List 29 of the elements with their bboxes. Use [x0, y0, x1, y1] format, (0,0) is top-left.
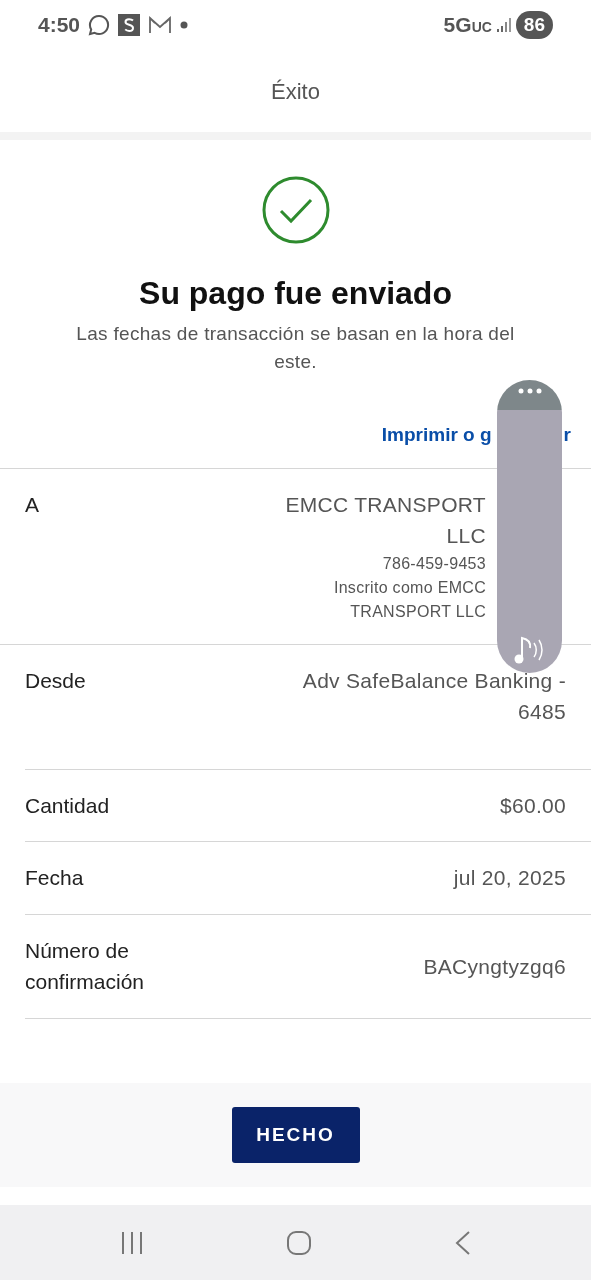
detail-label: Cantidad: [25, 793, 111, 819]
detail-value: Adv SafeBalance Banking - 6485: [301, 668, 566, 726]
app-icon: [118, 14, 141, 36]
chat-icon: [88, 14, 111, 36]
battery-indicator: 86: [515, 10, 553, 40]
payee-name: EMCC TRANSPORT LLC: [284, 492, 486, 550]
detail-label: Fecha: [25, 865, 85, 892]
detail-label: Desde: [25, 668, 87, 694]
success-heading: Su pago fue enviado: [139, 274, 452, 313]
timezone-note: Las fechas de transacción se basan en la hora del este.: [75, 322, 516, 374]
home-icon[interactable]: [286, 1229, 313, 1256]
detail-value: BACyngtyzgq6: [423, 953, 566, 980]
detail-value: jul 20, 2025: [453, 865, 566, 892]
check-circle-icon: [261, 176, 330, 244]
payee-phone: 786-459-9453: [382, 554, 486, 574]
detail-label: A: [25, 492, 40, 518]
detail-value: $60.00: [499, 793, 566, 819]
print-link[interactable]: r: [563, 421, 571, 450]
status-time: 4:50: [38, 12, 81, 39]
network-label: 5GUC: [443, 12, 492, 39]
page-title: Éxito: [271, 77, 320, 106]
notification-dot-icon: [180, 21, 189, 29]
signal-icon: [495, 17, 512, 33]
print-link[interactable]: Imprimir o g: [381, 421, 492, 450]
mail-icon: [148, 15, 173, 35]
detail-label: Número de confirmación: [25, 938, 146, 996]
done-button[interactable]: HECHO: [231, 1107, 360, 1163]
more-icon[interactable]: [517, 388, 542, 394]
payee-registration: Inscrito como EMCC TRANSPORT LLC: [332, 578, 486, 622]
